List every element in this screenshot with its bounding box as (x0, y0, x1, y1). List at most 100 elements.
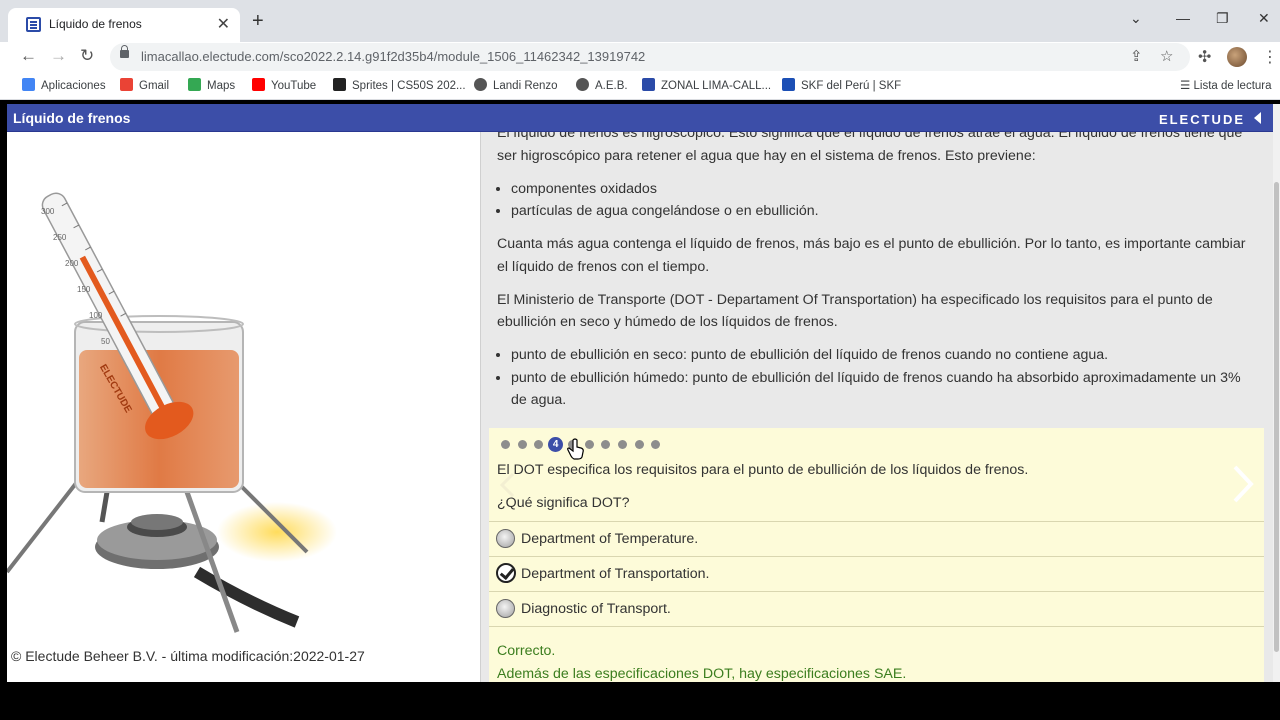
active-tab[interactable]: Líquido de frenos ✕ (8, 8, 240, 42)
progress-dot[interactable] (501, 440, 510, 449)
progress-dot[interactable] (651, 440, 661, 449)
bookmark-star-icon[interactable]: ☆ (1160, 47, 1173, 65)
prevention-list: componentes oxidados partículas de agua … (511, 178, 1257, 223)
progress-dot[interactable] (584, 440, 594, 449)
close-window-icon[interactable]: ✕ (1258, 10, 1270, 27)
option-label: Diagnostic of Transport. (521, 601, 671, 617)
sprites-x-icon (333, 78, 346, 91)
copyright-text: © Electude Beheer B.V. - última modifica… (11, 648, 365, 664)
tab-search-chevron-icon[interactable]: ⌄ (1130, 10, 1142, 27)
share-icon[interactable]: ⇪ (1130, 47, 1143, 65)
illustration-panel: 300 250 200 150 100 50 ELECTUDE © Electu… (7, 132, 481, 682)
scale-tick-200: 200 (65, 259, 79, 268)
feedback-title: Correcto. (497, 643, 556, 659)
bookmark-label: Landi Renzo (493, 80, 558, 92)
paragraph-boiling-point: Cuanta más agua contenga el líquido de f… (497, 236, 1246, 275)
paragraph-dot: El Ministerio de Transporte (DOT - Depar… (497, 291, 1213, 331)
hand-pointer-cursor-icon (567, 438, 584, 460)
bookmark-label: Maps (207, 80, 236, 92)
quiz-question: ¿Qué significa DOT? (497, 495, 630, 511)
answer-option-transportation[interactable]: Department of Transportation. (489, 556, 1264, 591)
progress-dot-current[interactable]: 4 (548, 437, 564, 452)
feedback-text: Además de las especificaciones DOT, hay … (497, 665, 907, 682)
paragraph-hygroscopic: El líquido de frenos es higroscópico. Es… (497, 132, 1243, 164)
radio-unselected-icon[interactable] (496, 529, 515, 548)
answer-feedback: Correcto. Además de las especificaciones… (497, 640, 906, 682)
bookmark-item[interactable]: Gmail (120, 78, 169, 92)
bookmark-item[interactable]: SKF del Perú | SKF (782, 78, 901, 92)
quiz-statement: El DOT especifica los requisitos para el… (497, 462, 1029, 478)
bookmark-item[interactable]: Landi Renzo (474, 78, 558, 92)
bookmark-label: Aplicaciones (41, 80, 106, 92)
extensions-puzzle-icon[interactable]: ✣ (1198, 47, 1211, 67)
progress-dot[interactable] (634, 440, 644, 449)
bookmark-label: Gmail (139, 80, 170, 92)
bookmark-item[interactable]: Maps (188, 78, 235, 92)
lock-icon[interactable] (120, 45, 129, 58)
address-bar[interactable]: limacallao.electude.com/sco2022.2.14.g91… (110, 43, 1190, 71)
bookmark-item[interactable]: Aplicaciones (22, 78, 106, 92)
profile-avatar[interactable] (1227, 47, 1247, 67)
reading-list-icon: ☰ (1180, 80, 1194, 92)
bookmark-label: ZONAL LIMA-CALL... (661, 80, 772, 92)
progress-dot[interactable] (534, 440, 544, 449)
browser-toolbar: ← → ↻ limacallao.electude.com/sco2022.2.… (0, 42, 1280, 72)
apps-grid-icon (22, 78, 35, 91)
scale-tick-50: 50 (101, 337, 110, 346)
progress-dot[interactable] (601, 440, 611, 449)
restore-icon[interactable]: ❐ (1216, 10, 1229, 27)
bookmark-item[interactable]: ZONAL LIMA-CALL... (642, 78, 771, 92)
bookmark-label: Sprites | CS50S 202... (352, 80, 466, 92)
tab-strip: Líquido de frenos ✕ + ⌄ — ❐ ✕ (0, 0, 1280, 42)
skf-icon (782, 78, 795, 91)
bookmark-item[interactable]: Sprites | CS50S 202... (333, 78, 466, 92)
scale-tick-300: 300 (41, 207, 55, 216)
bookmark-item[interactable]: A.E.B. (576, 78, 628, 92)
progress-dot[interactable] (517, 440, 527, 449)
bookmark-item[interactable]: YouTube (252, 78, 316, 92)
close-tab-icon[interactable]: ✕ (217, 14, 230, 34)
option-label: Department of Temperature. (521, 531, 699, 547)
forward-arrow-icon[interactable]: → (50, 46, 67, 66)
electude-logo: ELECTUDE (1158, 112, 1245, 127)
list-item: punto de ebullición en seco: punto de eb… (511, 344, 1257, 367)
back-arrow-icon[interactable]: ← (20, 46, 37, 66)
checkmark-selected-icon[interactable] (496, 563, 516, 583)
option-divider (489, 626, 1264, 627)
page-scrollbar[interactable] (1273, 104, 1280, 682)
quiz-box: 4 El DOT especifica los requisitos para … (489, 428, 1264, 682)
option-label: Department of Transportation. (521, 566, 710, 582)
maps-pin-icon (188, 78, 201, 91)
electude-module-page: Líquido de frenos ELECTUDE 300 250 200 1… (7, 104, 1273, 682)
new-tab-icon[interactable]: + (252, 10, 264, 32)
url-text: limacallao.electude.com/sco2022.2.14.g91… (141, 49, 646, 64)
bookmarks-bar: Aplicaciones Gmail Maps YouTube Sprites | CS… (0, 72, 1280, 100)
menu-dots-icon[interactable]: ⋮ (1262, 47, 1278, 67)
list-item: punto de ebullición húmedo: punto de ebu… (511, 367, 1257, 412)
boiling-point-list: punto de ebullición en seco: punto de eb… (511, 344, 1257, 412)
scale-tick-250: 250 (53, 233, 67, 242)
browser-window: Líquido de frenos ✕ + ⌄ — ❐ ✕ ← → ↻ lima… (0, 0, 1280, 720)
youtube-icon (252, 78, 265, 91)
electude-favicon-icon (26, 17, 41, 32)
answer-option-diagnostic[interactable]: Diagnostic of Transport. (489, 591, 1264, 626)
lesson-text: El líquido de frenos es higroscópico. Es… (497, 132, 1257, 422)
bookmark-label: YouTube (271, 80, 317, 92)
progress-dot[interactable] (617, 440, 627, 449)
electude-icon (642, 78, 655, 91)
minimize-icon[interactable]: — (1176, 10, 1190, 26)
gmail-icon (120, 78, 133, 91)
tab-title: Líquido de frenos (49, 17, 142, 31)
collapse-arrow-icon[interactable] (1254, 112, 1261, 124)
scrollbar-thumb[interactable] (1274, 182, 1279, 652)
radio-unselected-icon[interactable] (496, 599, 515, 618)
list-item: partículas de agua congelándose o en ebu… (511, 200, 1257, 223)
next-question-arrow-icon[interactable] (1232, 464, 1254, 504)
bookmark-label: SKF del Perú | SKF (801, 80, 902, 92)
list-item: componentes oxidados (511, 178, 1257, 201)
reading-list-button[interactable]: ☰ Lista de lectura (1180, 78, 1272, 92)
answer-option-temperature[interactable]: Department of Temperature. (489, 521, 1264, 556)
reload-icon[interactable]: ↻ (80, 46, 94, 66)
module-title: Líquido de frenos (13, 110, 131, 126)
bookmark-label: A.E.B. (595, 80, 628, 92)
